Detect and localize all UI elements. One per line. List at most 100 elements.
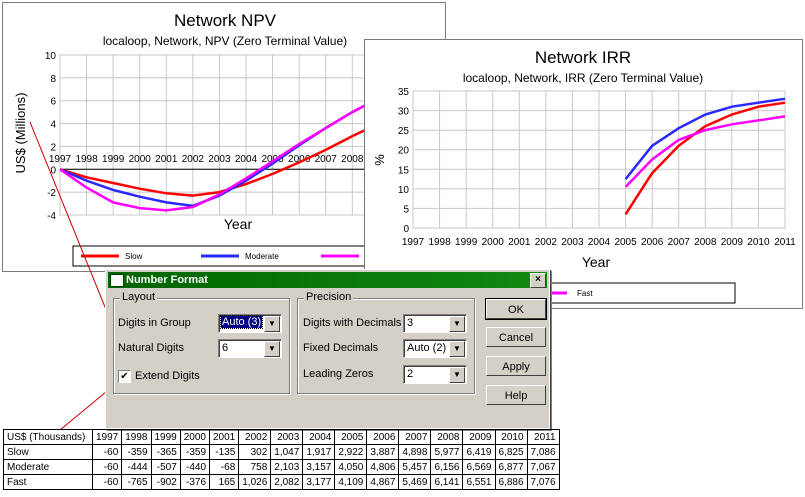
- npv-data-table: US$ (Thousands) 1997 1998 1999 2000 2001 2002 2…: [3, 429, 560, 490]
- table-cell[interactable]: -365: [150, 444, 181, 460]
- table-cell[interactable]: -507: [150, 459, 181, 475]
- table-cell[interactable]: 7,076: [526, 474, 560, 490]
- dialog-title: Number Format: [126, 274, 208, 286]
- table-cell[interactable]: -440: [179, 459, 211, 475]
- row-header-cell[interactable]: Moderate: [3, 459, 93, 475]
- table-cell[interactable]: -765: [121, 474, 152, 490]
- digits-with-decimals-select[interactable]: 3 ▼: [403, 314, 467, 333]
- table-cell[interactable]: 6,141: [430, 474, 464, 490]
- chevron-down-icon[interactable]: ▼: [264, 341, 280, 357]
- table-cell[interactable]: -444: [121, 459, 152, 475]
- leading-zeros-select[interactable]: 2 ▼: [403, 365, 467, 384]
- table-header-row: US$ (Thousands) 1997 1998 1999 2000 2001 2002 2…: [3, 429, 560, 445]
- layout-group-label: Layout: [120, 291, 158, 303]
- extend-digits-checkbox[interactable]: ✔: [118, 370, 131, 383]
- table-cell[interactable]: -376: [179, 474, 211, 490]
- number-format-dialog: Number Format × Layout Digits in Group A…: [105, 269, 550, 429]
- table-cell[interactable]: 5,457: [398, 459, 432, 475]
- table-cell[interactable]: -60: [91, 459, 123, 475]
- table-row: Fast -60 -765 -902 -376 165 1,026 2,082 3,177 4,1…: [3, 474, 560, 490]
- table-cell[interactable]: 2,922: [334, 444, 368, 460]
- table-cell[interactable]: 2,103: [270, 459, 304, 475]
- chevron-down-icon[interactable]: ▼: [264, 316, 280, 332]
- table-cell[interactable]: -135: [208, 444, 240, 460]
- table-cell[interactable]: 1999: [150, 429, 181, 445]
- table-cell[interactable]: 5,469: [398, 474, 432, 490]
- table-cell[interactable]: 2009: [462, 429, 496, 445]
- table-cell[interactable]: 5,977: [430, 444, 464, 460]
- cancel-button[interactable]: Cancel: [486, 327, 546, 347]
- fixed-decimals-select[interactable]: Auto (2) ▼: [403, 339, 467, 358]
- table-cell[interactable]: 4,806: [366, 459, 400, 475]
- row-header-cell[interactable]: Slow: [3, 444, 93, 460]
- natural-digits-label: Natural Digits: [118, 342, 185, 354]
- table-cell[interactable]: 4,109: [334, 474, 368, 490]
- table-cell[interactable]: 6,886: [494, 474, 528, 490]
- natural-digits-select[interactable]: 6 ▼: [218, 339, 282, 358]
- table-cell[interactable]: 2002: [238, 429, 272, 445]
- table-cell[interactable]: 6,877: [494, 459, 528, 475]
- dialog-titlebar[interactable]: Number Format ×: [108, 272, 547, 288]
- row-header-cell[interactable]: Fast: [3, 474, 93, 490]
- table-cell[interactable]: 758: [238, 459, 272, 475]
- ok-button[interactable]: OK: [485, 298, 547, 320]
- chevron-down-icon[interactable]: ▼: [449, 341, 465, 357]
- leading-zeros-label: Leading Zeros: [303, 368, 374, 380]
- table-cell[interactable]: 6,825: [494, 444, 528, 460]
- fixed-decimals-label: Fixed Decimals: [303, 342, 379, 354]
- close-button[interactable]: ×: [530, 273, 546, 288]
- table-cell[interactable]: 7,086: [526, 444, 560, 460]
- table-cell[interactable]: 2010: [494, 429, 528, 445]
- table-cell[interactable]: 1,917: [302, 444, 336, 460]
- digits-in-group-select[interactable]: Auto (3) ▼: [218, 314, 282, 333]
- table-cell[interactable]: 2011: [526, 429, 560, 445]
- table-cell[interactable]: 2008: [430, 429, 464, 445]
- table-cell[interactable]: -68: [208, 459, 240, 475]
- table-cell[interactable]: 6,551: [462, 474, 496, 490]
- table-cell[interactable]: -359: [179, 444, 211, 460]
- table-cell[interactable]: 2005: [334, 429, 368, 445]
- chevron-down-icon[interactable]: ▼: [449, 367, 465, 383]
- table-cell[interactable]: 6,156: [430, 459, 464, 475]
- table-cell[interactable]: 2003: [270, 429, 304, 445]
- table-cell[interactable]: 1,047: [270, 444, 304, 460]
- precision-group-label: Precision: [304, 291, 354, 303]
- table-row: Moderate -60 -444 -507 -440 -68 758 2,103 3,157 4…: [3, 459, 560, 475]
- table-cell[interactable]: 2004: [302, 429, 336, 445]
- fixed-decimals-value: Auto (2): [407, 342, 447, 354]
- table-cell[interactable]: 4,898: [398, 444, 432, 460]
- table-cell[interactable]: 6,419: [462, 444, 496, 460]
- table-cell[interactable]: 165: [208, 474, 240, 490]
- table-cell[interactable]: 2001: [208, 429, 240, 445]
- table-cell[interactable]: 2000: [179, 429, 211, 445]
- leader-line-npv: [29, 121, 108, 313]
- table-cell[interactable]: -60: [91, 444, 123, 460]
- table-cell[interactable]: 1998: [121, 429, 152, 445]
- table-cell[interactable]: 2,082: [270, 474, 304, 490]
- apply-button[interactable]: Apply: [486, 356, 546, 376]
- table-cell[interactable]: 1997: [91, 429, 123, 445]
- table-cell[interactable]: 7,067: [526, 459, 560, 475]
- table-cell[interactable]: 2007: [398, 429, 432, 445]
- table-cell[interactable]: 3,157: [302, 459, 336, 475]
- natural-digits-value: 6: [222, 342, 229, 354]
- table-cell[interactable]: 4,050: [334, 459, 368, 475]
- table-cell[interactable]: 3,177: [302, 474, 336, 490]
- leading-zeros-value: 2: [407, 368, 414, 380]
- table-cell[interactable]: -902: [150, 474, 181, 490]
- table-cell[interactable]: 302: [238, 444, 272, 460]
- table-cell[interactable]: 4,867: [366, 474, 400, 490]
- row-header-cell[interactable]: US$ (Thousands): [3, 429, 93, 445]
- table-cell[interactable]: 6,569: [462, 459, 496, 475]
- table-cell[interactable]: 2006: [366, 429, 400, 445]
- digits-with-decimals-label: Digits with Decimals: [303, 317, 402, 329]
- digits-in-group-label: Digits in Group: [118, 317, 191, 329]
- table-cell[interactable]: -359: [121, 444, 152, 460]
- table-cell[interactable]: 1,026: [238, 474, 272, 490]
- help-button[interactable]: Help: [486, 385, 546, 405]
- table-cell[interactable]: -60: [91, 474, 123, 490]
- chevron-down-icon[interactable]: ▼: [449, 316, 465, 332]
- dialog-app-icon: [110, 274, 124, 287]
- table-row: Slow -60 -359 -365 -359 -135 302 1,047 1,917 2,92…: [3, 444, 560, 460]
- table-cell[interactable]: 3,887: [366, 444, 400, 460]
